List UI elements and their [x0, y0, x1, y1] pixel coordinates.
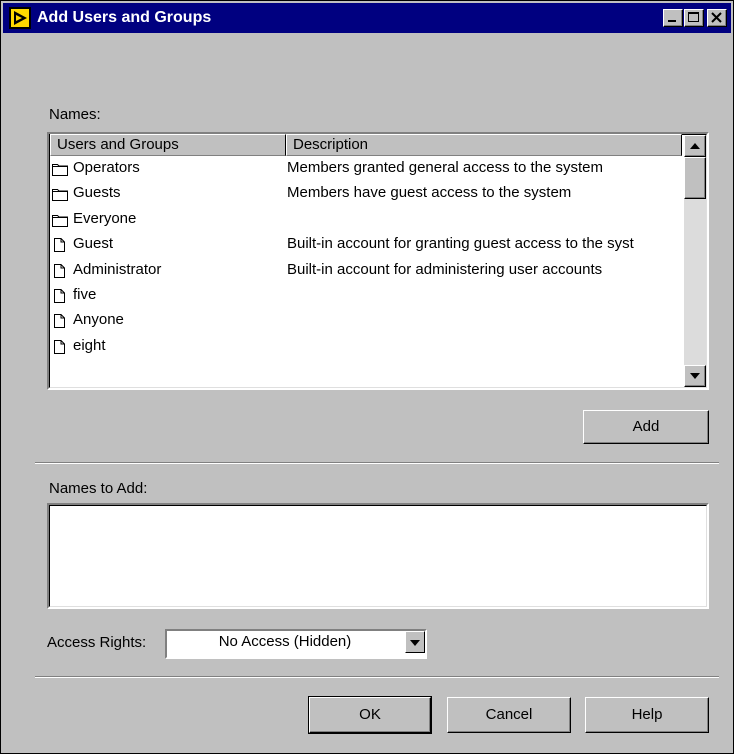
- list-item-description: Members granted general access to the sy…: [287, 159, 603, 176]
- list-item-name: Guest: [73, 235, 114, 253]
- list-item-description: Built-in account for administering user …: [287, 260, 603, 278]
- names-scrollbar[interactable]: [684, 135, 706, 387]
- dialog-window: Add Users and Groups Names: Users and Gr…: [0, 0, 734, 754]
- list-item-name: Anyone: [73, 311, 124, 329]
- list-item-name: Administrator: [73, 260, 162, 278]
- window-title: Add Users and Groups: [37, 9, 212, 26]
- close-icon: [711, 12, 722, 23]
- list-item[interactable]: Guests Members have guest access to the s…: [51, 182, 681, 207]
- separator-bottom: [35, 676, 719, 678]
- file-icon: [51, 263, 69, 279]
- list-item[interactable]: Administrator Built-in account for admini…: [51, 259, 681, 284]
- names-to-add-label: Names to Add:: [49, 480, 148, 497]
- ok-button[interactable]: OK: [308, 696, 432, 734]
- names-listview[interactable]: Users and Groups Description Operators Me…: [47, 132, 709, 390]
- names-label: Names:: [49, 106, 101, 123]
- list-item[interactable]: eight: [51, 335, 681, 360]
- access-rights-select[interactable]: No Access (Hidden): [165, 629, 427, 659]
- file-icon: [51, 237, 69, 253]
- file-icon: [51, 288, 69, 304]
- maximize-button[interactable]: [684, 9, 704, 27]
- list-item-name: Operators: [73, 159, 140, 176]
- list-item-description: Members have guest access to the system: [287, 184, 572, 202]
- maximize-icon: [688, 12, 699, 22]
- title-bar[interactable]: Add Users and Groups: [3, 3, 731, 33]
- minimize-button[interactable]: [663, 9, 683, 27]
- file-icon: [51, 339, 69, 355]
- cancel-button[interactable]: Cancel: [447, 697, 571, 733]
- list-item-description: Built-in account for granting guest acce…: [287, 235, 634, 253]
- list-item[interactable]: Anyone: [51, 309, 681, 334]
- list-item[interactable]: five: [51, 284, 681, 309]
- file-icon: [51, 313, 69, 329]
- list-item[interactable]: Operators Members granted general access …: [51, 157, 681, 182]
- scroll-up-button[interactable]: [684, 135, 706, 157]
- list-item-name: Everyone: [73, 209, 137, 227]
- access-rights-label: Access Rights:: [47, 634, 147, 651]
- scroll-down-button[interactable]: [684, 365, 706, 387]
- list-item-name: Guests: [73, 184, 121, 202]
- folder-icon: [51, 186, 69, 202]
- list-item[interactable]: Everyone: [51, 208, 681, 233]
- column-header-users-and-groups[interactable]: Users and Groups: [50, 134, 286, 156]
- labview-run-icon: [9, 7, 31, 29]
- arrow-down-icon: [690, 373, 700, 379]
- minimize-icon: [668, 20, 676, 22]
- column-header-description[interactable]: Description: [286, 134, 682, 156]
- chevron-down-icon: [410, 640, 420, 646]
- scroll-thumb[interactable]: [684, 157, 706, 199]
- names-to-add-field-frame: [49, 505, 707, 607]
- separator-top: [35, 462, 719, 464]
- access-rights-value: No Access (Hidden): [218, 633, 352, 650]
- close-button[interactable]: [707, 9, 727, 27]
- list-item-name: five: [73, 286, 97, 303]
- add-button[interactable]: Add: [583, 410, 709, 444]
- folder-icon: [51, 212, 69, 228]
- access-rights-dropdown-button[interactable]: [405, 631, 425, 653]
- list-item-name: eight: [73, 336, 106, 354]
- folder-icon: [51, 161, 69, 177]
- names-to-add-field[interactable]: [47, 503, 709, 609]
- list-item[interactable]: Guest Built-in account for granting guest…: [51, 233, 681, 258]
- help-button[interactable]: Help: [585, 697, 709, 733]
- arrow-up-icon: [690, 143, 700, 149]
